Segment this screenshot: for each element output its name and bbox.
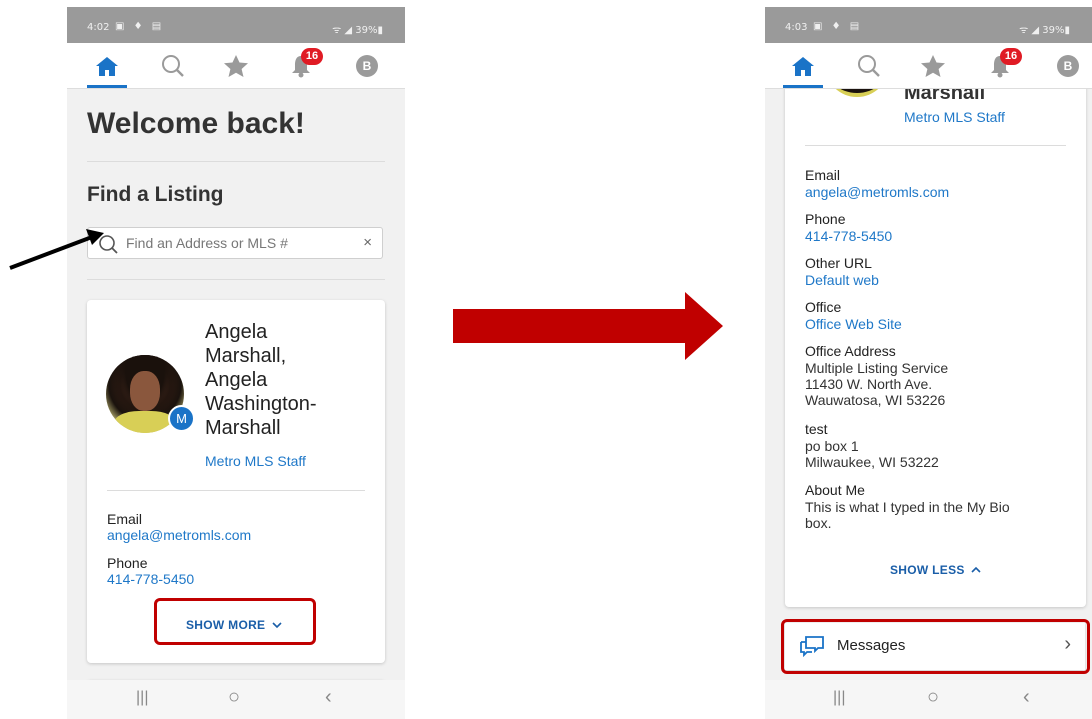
system-nav-bar: ||| ○ ‹ <box>765 680 1092 719</box>
phone-screen-before: 4:02 ▣ ♦ ▤ ᯤ ◢ 39%▮ 16 B Welcome back! F… <box>67 7 405 719</box>
nav-home[interactable] <box>85 43 129 88</box>
status-bar: 4:03 ▣ ♦ ▤ ᯤ ◢ 39%▮ <box>765 7 1092 43</box>
member-badge: M <box>168 405 195 432</box>
star-icon <box>921 54 945 77</box>
phone-label: Phone <box>805 211 846 227</box>
test-value: po box 1 Milwaukee, WI 53222 <box>805 438 939 470</box>
profile-card: M Angela Marshall, Angela Washington- Ma… <box>87 300 385 663</box>
status-bar: 4:02 ▣ ♦ ▤ ᯤ ◢ 39%▮ <box>67 7 405 43</box>
about-me-label: About Me <box>805 482 865 498</box>
chevron-up-icon <box>971 566 981 573</box>
divider <box>87 279 385 280</box>
status-icons: ▣ ♦ ▤ <box>115 21 165 32</box>
staff-link[interactable]: Metro MLS Staff <box>205 453 306 469</box>
clear-icon[interactable]: × <box>363 234 372 251</box>
search-icon <box>858 54 880 77</box>
office-link[interactable]: Office Web Site <box>805 316 902 332</box>
battery-level: ᯤ ◢ 39%▮ <box>332 25 383 36</box>
office-label: Office <box>805 299 842 315</box>
phone-link[interactable]: 414-778-5450 <box>805 228 892 244</box>
status-time: 4:03 <box>785 22 808 33</box>
home-icon <box>96 56 118 76</box>
nav-search[interactable] <box>847 43 891 88</box>
test-label: test <box>805 421 828 437</box>
phone-link[interactable]: 414-778-5450 <box>107 571 194 587</box>
section-title: Find a Listing <box>87 183 224 206</box>
page-title: Welcome back! <box>87 107 305 140</box>
nav-notifications[interactable]: 16 <box>978 43 1022 88</box>
recent-apps-icon[interactable]: ||| <box>833 689 845 707</box>
top-nav: 16 B <box>765 43 1092 89</box>
nav-home[interactable] <box>781 43 825 88</box>
avatar: B <box>1057 54 1079 77</box>
search-icon <box>162 54 184 77</box>
home-button-icon[interactable]: ○ <box>927 686 939 709</box>
highlight-box <box>154 598 316 645</box>
email-label: Email <box>805 167 841 183</box>
nav-favorites[interactable] <box>911 43 955 88</box>
profile-card: Marshall Metro MLS Staff Email angela@me… <box>785 89 1086 607</box>
status-icons: ▣ ♦ ▤ <box>813 21 863 32</box>
nav-profile[interactable]: B <box>1046 43 1090 88</box>
battery-level: ᯤ ◢ 39%▮ <box>1019 25 1070 36</box>
divider <box>107 490 365 491</box>
nav-search[interactable] <box>151 43 195 88</box>
system-nav-bar: ||| ○ ‹ <box>67 680 405 719</box>
profile-name: Angela Marshall, Angela Washington- Mars… <box>205 321 317 439</box>
staff-link[interactable]: Metro MLS Staff <box>904 109 1005 125</box>
email-link[interactable]: angela@metromls.com <box>805 184 949 200</box>
phone-screen-after: 4:03 ▣ ♦ ▤ ᯤ ◢ 39%▮ 16 B Marshall Metro … <box>765 7 1092 719</box>
email-label: Email <box>107 511 143 527</box>
search-input[interactable] <box>126 232 346 254</box>
phone-label: Phone <box>107 555 148 571</box>
back-icon[interactable]: ‹ <box>325 686 332 709</box>
other-url-link[interactable]: Default web <box>805 272 879 288</box>
search-field[interactable]: × <box>87 227 383 259</box>
other-url-label: Other URL <box>805 255 872 271</box>
notification-badge: 16 <box>301 48 323 65</box>
search-icon <box>99 235 118 254</box>
transition-arrow <box>453 292 723 360</box>
star-icon <box>224 54 248 77</box>
home-icon <box>792 56 814 76</box>
home-button-icon[interactable]: ○ <box>228 686 240 709</box>
show-less-button[interactable]: SHOW LESS <box>890 563 981 577</box>
about-me-value: This is what I typed in the My Bio box. <box>805 499 1010 531</box>
recent-apps-icon[interactable]: ||| <box>136 689 148 707</box>
nav-favorites[interactable] <box>214 43 258 88</box>
highlight-box <box>781 619 1090 674</box>
nav-notifications[interactable]: 16 <box>279 43 323 88</box>
profile-photo-partial <box>825 89 889 97</box>
main-content-scrolled: Marshall Metro MLS Staff Email angela@me… <box>765 89 1092 680</box>
avatar: B <box>356 54 378 77</box>
status-time: 4:02 <box>87 22 110 33</box>
divider <box>805 145 1066 146</box>
main-content: Welcome back! Find a Listing × M Angela … <box>67 89 405 680</box>
notification-badge: 16 <box>1000 48 1022 65</box>
office-address-label: Office Address <box>805 343 896 359</box>
office-address-value: Multiple Listing Service 11430 W. North … <box>805 360 949 408</box>
profile-name: Marshall <box>904 89 986 104</box>
divider <box>87 161 385 162</box>
email-link[interactable]: angela@metromls.com <box>107 527 251 543</box>
back-icon[interactable]: ‹ <box>1023 686 1030 709</box>
top-nav: 16 B <box>67 43 405 89</box>
nav-profile[interactable]: B <box>345 43 389 88</box>
